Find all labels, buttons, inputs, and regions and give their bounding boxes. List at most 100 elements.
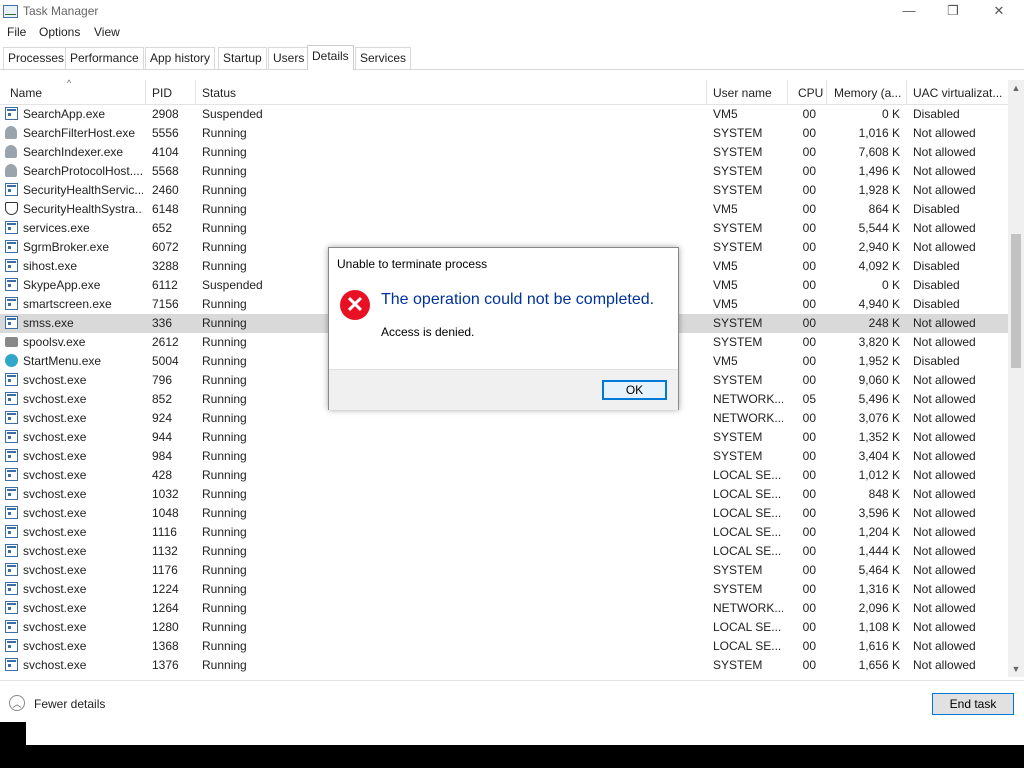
process-cpu: 00 bbox=[802, 335, 816, 349]
column-user-name[interactable]: User name bbox=[713, 86, 783, 100]
process-cpu: 00 bbox=[802, 506, 816, 520]
scroll-down-icon[interactable]: ▼ bbox=[1008, 661, 1024, 677]
person-icon bbox=[5, 145, 17, 158]
process-user: VM5 bbox=[713, 107, 738, 121]
window-app-icon bbox=[5, 601, 18, 614]
table-row[interactable]: svchost.exe 1032 Running LOCAL SE... 00 848 K… bbox=[0, 485, 1008, 504]
process-name: svchost.exe bbox=[23, 430, 87, 444]
table-row[interactable]: svchost.exe 1224 Running SYSTEM 00 1,316 K Not… bbox=[0, 580, 1008, 599]
menu-view[interactable]: View bbox=[94, 25, 120, 39]
menu-file[interactable]: File bbox=[7, 25, 26, 39]
table-row[interactable]: svchost.exe 428 Running LOCAL SE... 00 1,012 … bbox=[0, 466, 1008, 485]
menu-options[interactable]: Options bbox=[39, 25, 80, 39]
table-row[interactable]: SecurityHealthServic... 2460 Running SYSTEM… bbox=[0, 181, 1008, 200]
process-cpu: 00 bbox=[802, 449, 816, 463]
process-uac: Not allowed bbox=[913, 164, 976, 178]
window-app-icon bbox=[5, 259, 18, 272]
table-row[interactable]: svchost.exe 1264 Running NETWORK... 00 2,096 … bbox=[0, 599, 1008, 618]
process-pid: 428 bbox=[152, 468, 173, 482]
table-row[interactable]: SecurityHealthSystra... 6148 Running VM5 00 8… bbox=[0, 200, 1008, 219]
table-row[interactable]: svchost.exe 1280 Running LOCAL SE... 00 1,108… bbox=[0, 618, 1008, 637]
tab-details[interactable]: Details bbox=[307, 45, 354, 70]
process-cpu: 00 bbox=[802, 468, 816, 482]
table-row[interactable]: svchost.exe 984 Running SYSTEM 00 3,404 K Not … bbox=[0, 447, 1008, 466]
window-app-icon bbox=[5, 240, 18, 253]
process-name: svchost.exe bbox=[23, 411, 87, 425]
table-row[interactable]: svchost.exe 1132 Running LOCAL SE... 00 1,444… bbox=[0, 542, 1008, 561]
process-name: svchost.exe bbox=[23, 487, 87, 501]
table-row[interactable]: svchost.exe 924 Running NETWORK... 00 3,076 K… bbox=[0, 409, 1008, 428]
column-memory[interactable]: Memory (a... bbox=[834, 86, 904, 100]
process-memory: 9,060 K bbox=[858, 373, 900, 387]
process-user: VM5 bbox=[713, 259, 738, 273]
close-button[interactable]: ✕ bbox=[976, 0, 1022, 23]
table-row[interactable]: SearchFilterHost.exe 5556 Running SYSTEM 00 1… bbox=[0, 124, 1008, 143]
table-row[interactable]: SearchIndexer.exe 4104 Running SYSTEM 00 7,60… bbox=[0, 143, 1008, 162]
process-cpu: 00 bbox=[802, 658, 816, 672]
process-memory: 3,404 K bbox=[858, 449, 900, 463]
process-status: Suspended bbox=[202, 107, 263, 121]
window-app-icon bbox=[5, 430, 18, 443]
process-uac: Disabled bbox=[913, 202, 960, 216]
tab-app-history[interactable]: App history bbox=[145, 47, 216, 69]
process-pid: 1280 bbox=[152, 620, 179, 634]
process-cpu: 00 bbox=[802, 525, 816, 539]
table-row[interactable]: svchost.exe 1368 Running LOCAL SE... 00 1,616… bbox=[0, 637, 1008, 656]
table-row[interactable]: svchost.exe 1176 Running SYSTEM 00 5,464 K Not… bbox=[0, 561, 1008, 580]
scrollbar-thumb[interactable] bbox=[1011, 234, 1021, 368]
window-app-icon bbox=[5, 297, 18, 310]
column-pid[interactable]: PID bbox=[152, 86, 192, 100]
dialog-title: Unable to terminate process bbox=[337, 257, 488, 271]
process-cpu: 00 bbox=[802, 430, 816, 444]
printer-icon bbox=[5, 337, 18, 347]
process-memory: 1,204 K bbox=[858, 525, 900, 539]
process-uac: Not allowed bbox=[913, 506, 976, 520]
fewer-details-link[interactable]: Fewer details bbox=[34, 697, 105, 711]
tab-processes[interactable]: Processes bbox=[3, 47, 70, 69]
tab-performance[interactable]: Performance bbox=[65, 47, 144, 69]
column-header-row: ^ Name PID Status User name CPU Memory (… bbox=[0, 78, 1008, 105]
table-row[interactable]: SearchApp.exe 2908 Suspended VM5 00 0 K Disabl… bbox=[0, 105, 1008, 124]
process-uac: Not allowed bbox=[913, 221, 976, 235]
process-name: svchost.exe bbox=[23, 373, 87, 387]
window-app-icon bbox=[5, 468, 18, 481]
column-status[interactable]: Status bbox=[202, 86, 702, 100]
window-app-icon bbox=[5, 525, 18, 538]
table-row[interactable]: SearchProtocolHost.... 5568 Running SYSTEM 0… bbox=[0, 162, 1008, 181]
column-cpu[interactable]: CPU bbox=[798, 86, 824, 100]
window-app-icon bbox=[5, 658, 18, 671]
tab-startup[interactable]: Startup bbox=[218, 47, 267, 69]
process-user: LOCAL SE... bbox=[713, 525, 782, 539]
process-user: NETWORK... bbox=[713, 601, 783, 615]
column-uac-virtualization[interactable]: UAC virtualizat... bbox=[913, 86, 1005, 100]
table-row[interactable]: svchost.exe 1376 Running SYSTEM 00 1,656 K Not… bbox=[0, 656, 1008, 675]
restore-button[interactable]: ❐ bbox=[930, 0, 976, 23]
process-uac: Disabled bbox=[913, 107, 960, 121]
scroll-up-icon[interactable]: ▲ bbox=[1008, 80, 1024, 96]
table-row[interactable]: svchost.exe 944 Running SYSTEM 00 1,352 K Not … bbox=[0, 428, 1008, 447]
table-row[interactable]: svchost.exe 1116 Running LOCAL SE... 00 1,204… bbox=[0, 523, 1008, 542]
dialog-button-area: OK bbox=[329, 369, 678, 410]
process-user: SYSTEM bbox=[713, 373, 763, 387]
process-uac: Not allowed bbox=[913, 582, 976, 596]
column-name[interactable]: Name bbox=[10, 86, 140, 100]
window-app-icon bbox=[5, 107, 18, 120]
process-pid: 984 bbox=[152, 449, 173, 463]
window-app-icon bbox=[5, 487, 18, 500]
process-pid: 1224 bbox=[152, 582, 179, 596]
vertical-scrollbar[interactable]: ▲ ▼ bbox=[1008, 80, 1024, 677]
error-icon: ✕ bbox=[340, 290, 370, 320]
process-user: SYSTEM bbox=[713, 145, 763, 159]
table-row[interactable]: svchost.exe 1048 Running LOCAL SE... 00 3,596… bbox=[0, 504, 1008, 523]
chevron-up-icon[interactable]: ︿ bbox=[9, 695, 25, 711]
end-task-button[interactable]: End task bbox=[932, 693, 1014, 715]
process-cpu: 00 bbox=[802, 240, 816, 254]
tab-users[interactable]: Users bbox=[268, 47, 310, 69]
ok-button[interactable]: OK bbox=[602, 380, 667, 400]
person-icon bbox=[5, 126, 17, 139]
table-row[interactable]: services.exe 652 Running SYSTEM 00 5,544 K Not… bbox=[0, 219, 1008, 238]
tab-services[interactable]: Services bbox=[355, 47, 412, 69]
minimize-button[interactable]: — bbox=[886, 0, 932, 23]
process-user: VM5 bbox=[713, 278, 738, 292]
process-user: SYSTEM bbox=[713, 221, 763, 235]
